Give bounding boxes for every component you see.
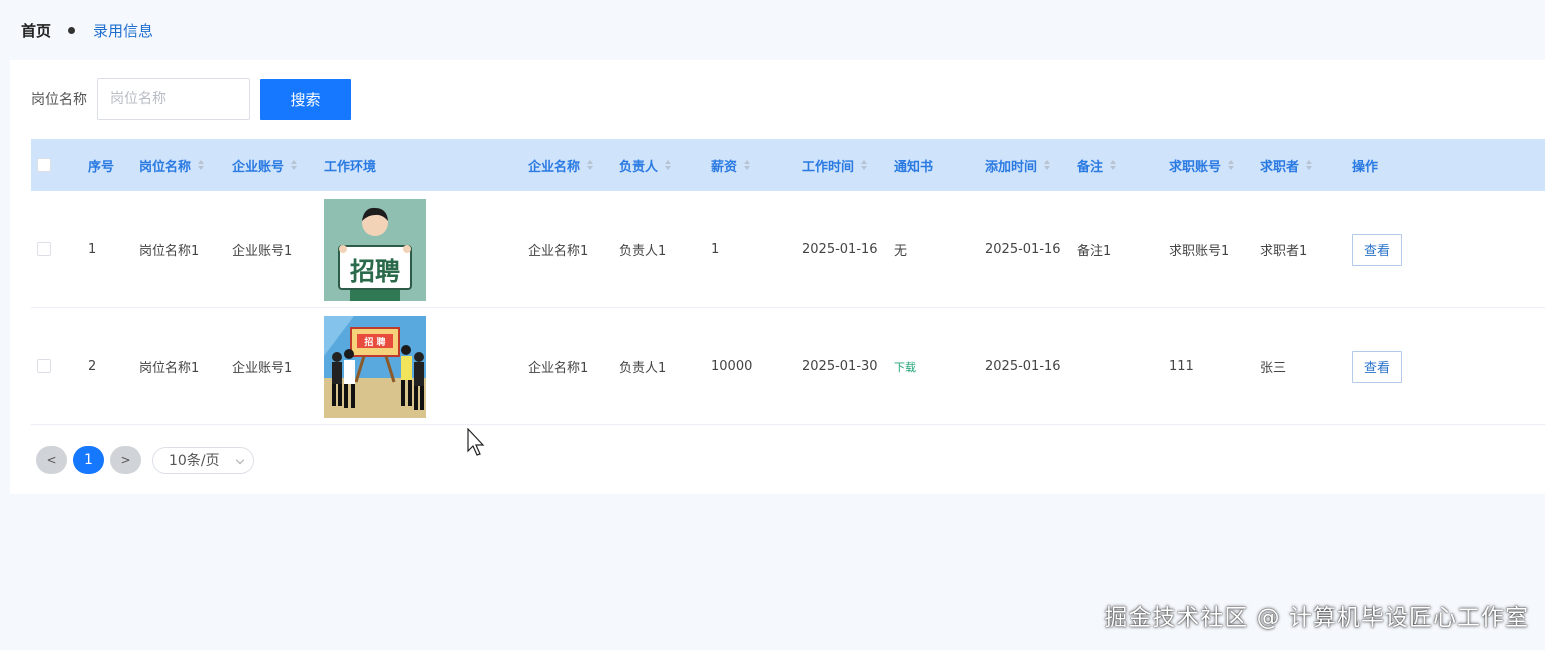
cell-index: 1 — [88, 242, 97, 257]
sort-icon[interactable] — [744, 160, 751, 170]
board-text: 招 聘 — [364, 336, 385, 348]
breadcrumb-home[interactable]: 首页 — [21, 20, 51, 41]
cell-company-account: 企业账号1 — [232, 244, 293, 259]
search-bar: 岗位名称 搜索 — [31, 78, 351, 120]
sort-icon[interactable] — [1110, 160, 1117, 170]
sort-icon[interactable] — [198, 160, 205, 170]
cell-applicant-account: 111 — [1169, 359, 1194, 374]
table-row: 1 岗位名称1 企业账号1 招聘 企业名称1 负责人1 1 2025-01-16 — [31, 191, 1545, 308]
recruitment-group-board-image[interactable]: 招 聘 — [324, 315, 426, 418]
cell-action: 查看 — [1352, 191, 1402, 308]
sort-icon[interactable] — [665, 160, 672, 170]
table-header: 序号 岗位名称 企业账号 工作环境 企业名称 负责人 薪资 工作时间 通知书 添… — [31, 139, 1545, 191]
row-checkbox[interactable] — [37, 242, 51, 256]
cell-added-time: 2025-01-16 — [985, 242, 1061, 257]
watermark: 掘金技术社区 @ 计算机毕设匠心工作室 — [1104, 605, 1529, 631]
breadcrumb-separator-dot — [68, 26, 76, 34]
cell-applicant: 求职者1 — [1260, 244, 1308, 259]
next-page-button[interactable]: > — [110, 446, 141, 474]
table-row: 2 岗位名称1 企业账号1 招 聘 企业名称1 负责人1 10000 2025-… — [31, 308, 1545, 425]
col-manager[interactable]: 负责人 — [619, 139, 672, 191]
col-applicant-account[interactable]: 求职账号 — [1169, 139, 1235, 191]
cell-notice: 下载 — [894, 308, 916, 425]
cell-notice: 无 — [894, 244, 908, 259]
cell-job-name: 岗位名称1 — [139, 361, 200, 376]
page-size-value: 10条/页 — [169, 453, 220, 469]
col-remark[interactable]: 备注 — [1077, 139, 1117, 191]
cell-company-name: 企业名称1 — [528, 244, 589, 259]
col-action: 操作 — [1352, 159, 1379, 175]
cell-company-name: 企业名称1 — [528, 361, 589, 376]
cell-work-time: 2025-01-16 — [802, 242, 878, 257]
col-added-time[interactable]: 添加时间 — [985, 139, 1051, 191]
sort-icon[interactable] — [861, 160, 868, 170]
sort-icon[interactable] — [587, 160, 594, 170]
col-job-name[interactable]: 岗位名称 — [139, 139, 205, 191]
breadcrumb: 首页 录用信息 — [21, 18, 153, 42]
sort-icon[interactable] — [291, 160, 298, 170]
cell-applicant-account: 求职账号1 — [1169, 244, 1230, 259]
cell-salary: 1 — [711, 242, 720, 257]
sign-text: 招聘 — [350, 257, 400, 286]
col-notice: 通知书 — [894, 159, 934, 175]
breadcrumb-current[interactable]: 录用信息 — [93, 20, 153, 41]
cell-environment: 招 聘 — [324, 308, 426, 425]
cell-manager: 负责人1 — [619, 244, 667, 259]
cell-environment: 招聘 — [324, 191, 426, 308]
col-salary[interactable]: 薪资 — [711, 139, 751, 191]
col-applicant[interactable]: 求职者 — [1260, 139, 1313, 191]
cell-applicant: 张三 — [1260, 361, 1287, 376]
row-checkbox[interactable] — [37, 359, 51, 373]
col-work-time[interactable]: 工作时间 — [802, 139, 868, 191]
cell-company-account: 企业账号1 — [232, 361, 293, 376]
cell-manager: 负责人1 — [619, 361, 667, 376]
cell-remark: 备注1 — [1077, 244, 1112, 259]
employment-table: 序号 岗位名称 企业账号 工作环境 企业名称 负责人 薪资 工作时间 通知书 添… — [31, 139, 1545, 425]
sort-icon[interactable] — [1228, 160, 1235, 170]
pagination: < 1 > 10条/页 — [36, 446, 254, 474]
search-label: 岗位名称 — [31, 92, 87, 108]
select-all-checkbox[interactable] — [37, 158, 51, 172]
mouse-cursor-icon — [467, 428, 485, 456]
cell-index: 2 — [88, 359, 97, 374]
page-1-button[interactable]: 1 — [73, 446, 104, 474]
cell-salary: 10000 — [711, 359, 753, 374]
col-company-account[interactable]: 企业账号 — [232, 139, 298, 191]
sort-icon[interactable] — [1306, 160, 1313, 170]
col-index: 序号 — [88, 159, 115, 175]
cell-work-time: 2025-01-30 — [802, 359, 878, 374]
cell-job-name: 岗位名称1 — [139, 244, 200, 259]
view-button[interactable]: 查看 — [1352, 350, 1402, 383]
search-button[interactable]: 搜索 — [260, 78, 351, 120]
chevron-down-icon — [235, 455, 245, 464]
cell-added-time: 2025-01-16 — [985, 359, 1061, 374]
recruitment-sign-person-image[interactable]: 招聘 — [324, 198, 426, 301]
content-panel: 岗位名称 搜索 序号 岗位名称 企业账号 工作环境 企业名称 负责人 薪资 工作… — [10, 60, 1545, 494]
view-button[interactable]: 查看 — [1352, 233, 1402, 266]
sort-icon[interactable] — [1044, 160, 1051, 170]
job-name-search-input[interactable] — [97, 78, 250, 120]
page-size-select[interactable]: 10条/页 — [152, 446, 254, 474]
col-environment: 工作环境 — [324, 159, 377, 175]
col-company-name[interactable]: 企业名称 — [528, 139, 594, 191]
prev-page-button[interactable]: < — [36, 446, 67, 474]
cell-action: 查看 — [1352, 308, 1402, 425]
download-link[interactable]: 下载 — [894, 359, 916, 375]
